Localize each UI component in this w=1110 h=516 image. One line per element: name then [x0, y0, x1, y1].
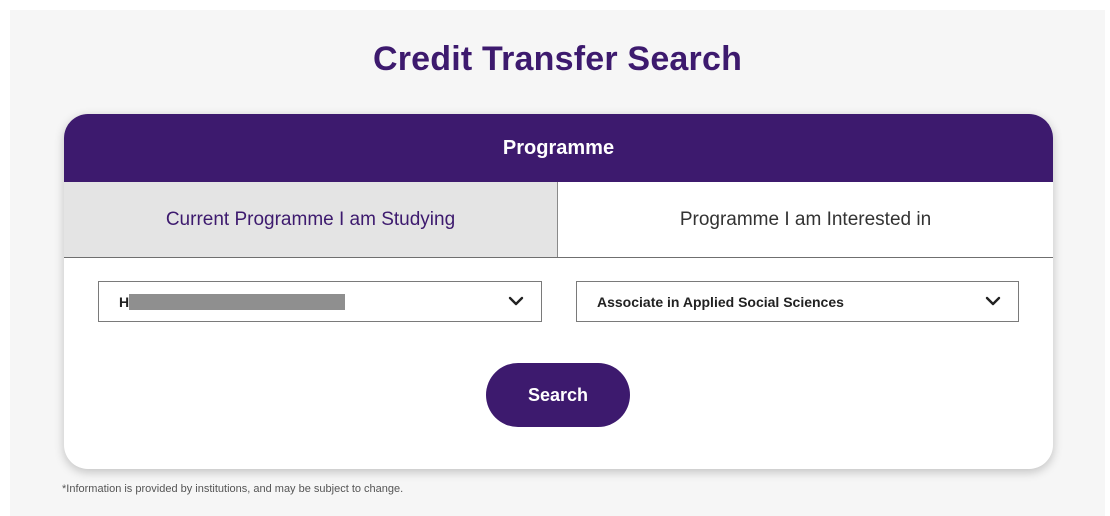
- tab-current-programme[interactable]: Current Programme I am Studying: [64, 182, 558, 257]
- redacted-text-block: [129, 294, 345, 310]
- card-header: Programme: [64, 114, 1053, 182]
- page-background: Credit Transfer Search Programme Current…: [10, 10, 1105, 516]
- page-title: Credit Transfer Search: [372, 40, 743, 78]
- interested-programme-value: Associate in Applied Social Sciences: [597, 294, 844, 310]
- chevron-down-icon: [985, 296, 1001, 306]
- search-button[interactable]: Search: [486, 363, 630, 427]
- tab-interested-programme[interactable]: Programme I am Interested in: [558, 182, 1053, 257]
- disclaimer-footnote: *Information is provided by institutions…: [62, 483, 404, 495]
- programme-tabs: Current Programme I am Studying Programm…: [64, 182, 1053, 258]
- current-programme-select[interactable]: H: [98, 281, 542, 322]
- interested-programme-select[interactable]: Associate in Applied Social Sciences: [576, 281, 1019, 322]
- search-card: Programme Current Programme I am Studyin…: [64, 114, 1053, 469]
- chevron-down-icon: [508, 296, 524, 306]
- current-programme-value: H: [119, 294, 130, 310]
